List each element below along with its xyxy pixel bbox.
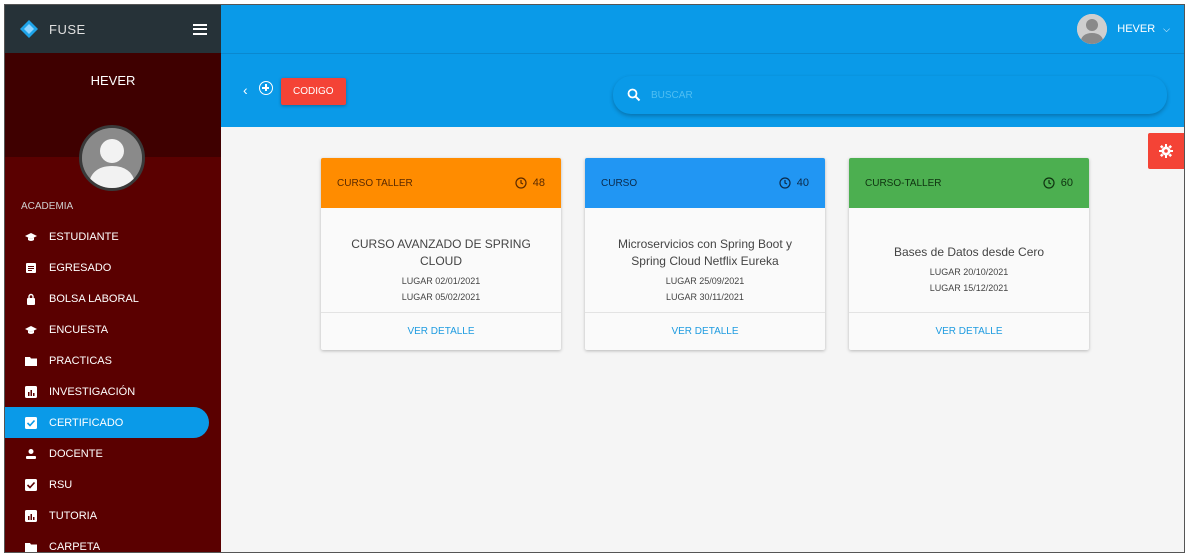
sidebar-item-label: TUTORIA <box>49 509 98 522</box>
folder-icon <box>25 355 37 367</box>
chart-icon <box>25 385 37 398</box>
card-date-end: LUGAR 30/11/2021 <box>666 291 744 302</box>
card-header: CURSO-TALLER 60 <box>849 158 1089 208</box>
sidebar-item-label: CARPETA <box>49 540 101 553</box>
card-hours-value: 48 <box>532 177 545 189</box>
sidebar-item-docente[interactable]: DOCENTE <box>5 438 221 469</box>
lock-icon <box>25 293 37 305</box>
card-date-start: LUGAR 25/09/2021 <box>665 275 745 286</box>
view-detail-link[interactable]: VER DETALLE <box>671 326 738 337</box>
checkbox-icon <box>25 416 37 429</box>
card-hours-value: 40 <box>796 177 809 189</box>
chevron-left-icon[interactable]: ‹ <box>243 82 248 98</box>
card-body: Microservicios con Spring Boot y Spring … <box>585 208 825 313</box>
card-type: CURSO TALLER <box>337 177 413 189</box>
sidebar-user-name: HEVER <box>90 73 136 88</box>
graduation-cap-icon <box>25 324 37 336</box>
sidebar-item-label: RSU <box>49 478 73 491</box>
sidebar-item-label: DOCENTE <box>49 447 103 460</box>
checkbox-icon <box>25 478 37 491</box>
sidebar-item-rsu[interactable]: RSU <box>5 469 221 500</box>
sidebar-item-investigaci-n[interactable]: INVESTIGACIÓN <box>5 376 221 407</box>
user-silhouette-icon <box>82 128 142 188</box>
sidebar-item-bolsa-laboral[interactable]: BOLSA LABORAL <box>5 283 221 314</box>
sidebar-item-certificado[interactable]: CERTIFICADO <box>5 407 209 438</box>
person-icon <box>25 448 37 460</box>
sidebar-nav: ESTUDIANTE EGRESADO BOLSA LABORAL ENCUESTA P… <box>5 221 221 553</box>
avatar <box>79 125 145 191</box>
folder-icon <box>25 541 37 553</box>
card-footer: VER DETALLE <box>585 313 825 349</box>
fuse-logo-icon <box>20 20 38 38</box>
chart-icon <box>25 509 37 522</box>
user-menu[interactable]: HEVER ⌵ <box>1077 14 1170 44</box>
menu-toggle-icon[interactable] <box>193 23 207 35</box>
sidebar: FUSE HEVER ACADEMIA ESTUDIANTE EGRESADO BO… <box>5 5 221 553</box>
sidebar-item-egresado[interactable]: EGRESADO <box>5 252 221 283</box>
card-title: Bases de Datos desde Cero <box>893 245 1045 259</box>
search-bar[interactable] <box>613 76 1167 114</box>
card-date-end: LUGAR 15/12/2021 <box>929 283 1009 293</box>
clock-icon <box>779 177 791 189</box>
code-button[interactable]: CODIGO <box>281 78 346 105</box>
course-cards: CURSO TALLER 48 CURSO AVANZADO DE SPRING… <box>321 158 1089 350</box>
card-hours: 48 <box>515 177 545 189</box>
card-footer: VER DETALLE <box>321 313 561 349</box>
card-hours: 40 <box>779 177 809 189</box>
chevron-down-icon[interactable]: ⌵ <box>1163 24 1170 35</box>
card-type: CURSO <box>601 177 638 189</box>
user-silhouette-icon <box>1077 14 1108 44</box>
card-title: CURSO AVANZADO DE SPRING CLOUD <box>351 236 531 268</box>
sidebar-item-label: ENCUESTA <box>49 323 109 336</box>
card-footer: VER DETALLE <box>849 313 1089 349</box>
view-detail-link[interactable]: VER DETALLE <box>935 326 1002 337</box>
user-avatar[interactable] <box>1077 14 1108 44</box>
graduation-cap-icon <box>25 231 37 243</box>
card-body: CURSO AVANZADO DE SPRING CLOUD LUGAR 02/… <box>321 208 561 313</box>
sidebar-item-label: CERTIFICADO <box>49 416 124 429</box>
app-name: FUSE <box>49 21 86 37</box>
card-header: CURSO TALLER 48 <box>321 158 561 208</box>
sidebar-item-label: ESTUDIANTE <box>49 230 119 243</box>
view-detail-link[interactable]: VER DETALLE <box>407 326 474 337</box>
page-toolbar: ‹ CODIGO <box>221 53 1184 127</box>
app-frame: FUSE HEVER ACADEMIA ESTUDIANTE EGRESADO BO… <box>4 4 1185 553</box>
card-title: Microservicios con Spring Boot y Spring … <box>617 236 793 268</box>
sidebar-item-label: INVESTIGACIÓN <box>49 385 136 398</box>
section-label: ACADEMIA <box>21 201 74 212</box>
sidebar-item-label: BOLSA LABORAL <box>49 292 139 305</box>
card-hours: 60 <box>1043 177 1073 189</box>
search-icon <box>627 88 641 102</box>
settings-button[interactable] <box>1148 133 1184 169</box>
user-name[interactable]: HEVER <box>1117 23 1155 35</box>
sidebar-item-tutoria[interactable]: TUTORIA <box>5 500 221 531</box>
add-circle-icon[interactable] <box>259 81 273 95</box>
sidebar-item-encuesta[interactable]: ENCUESTA <box>5 314 221 345</box>
search-input[interactable] <box>651 89 1131 101</box>
sidebar-header: FUSE <box>5 5 221 53</box>
sidebar-item-label: EGRESADO <box>49 261 112 274</box>
card-type: CURSO-TALLER <box>865 177 942 189</box>
card-header: CURSO 40 <box>585 158 825 208</box>
course-card: CURSO TALLER 48 CURSO AVANZADO DE SPRING… <box>321 158 561 350</box>
sidebar-item-label: PRACTICAS <box>49 354 112 367</box>
clock-icon <box>1043 177 1055 189</box>
card-hours-value: 60 <box>1060 177 1073 189</box>
course-card: CURSO 40 Microservicios con Spring Boot … <box>585 158 825 350</box>
sidebar-item-practicas[interactable]: PRACTICAS <box>5 345 221 376</box>
document-icon <box>25 262 37 274</box>
sidebar-item-estudiante[interactable]: ESTUDIANTE <box>5 221 221 252</box>
clock-icon <box>515 177 527 189</box>
sidebar-item-carpeta[interactable]: CARPETA <box>5 531 221 553</box>
card-date-start: LUGAR 02/01/2021 <box>401 275 481 286</box>
card-date-end: LUGAR 05/02/2021 <box>401 291 481 302</box>
course-card: CURSO-TALLER 60 Bases de Datos desde Cer… <box>849 158 1089 350</box>
top-bar: HEVER ⌵ <box>221 5 1184 53</box>
card-body: Bases de Datos desde Cero LUGAR 20/10/20… <box>849 208 1089 313</box>
card-date-start: LUGAR 20/10/2021 <box>929 267 1009 277</box>
gear-icon <box>1159 144 1173 158</box>
